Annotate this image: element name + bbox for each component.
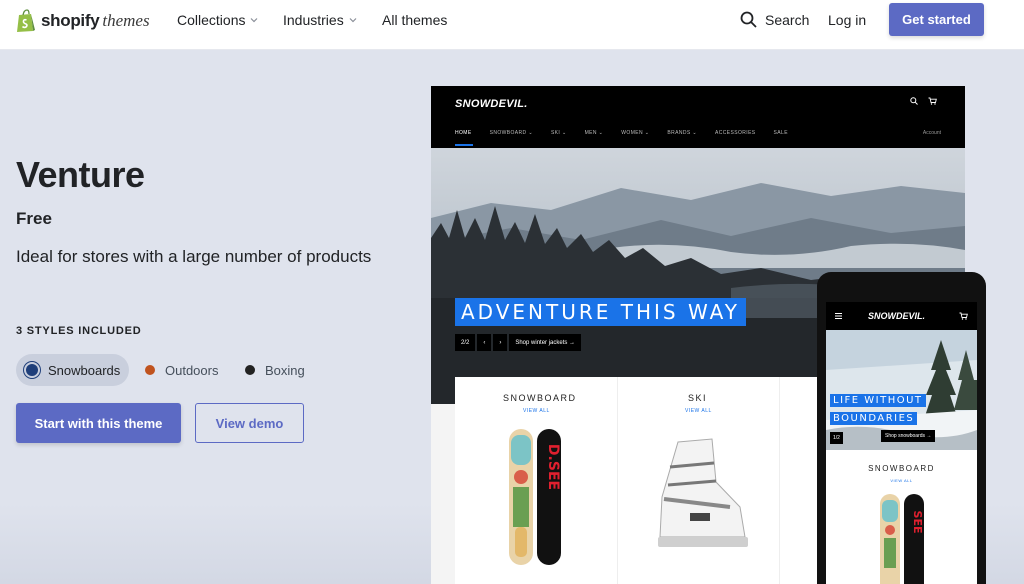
mobile-theme-preview: SNOWDEVIL. LIFE WITHOUT BOUNDARIES 1/2 S… (817, 272, 986, 584)
search-icon (910, 97, 918, 105)
shopify-bag-icon (17, 9, 35, 32)
preview-menu-item: MEN ⌄ (584, 130, 604, 136)
get-started-button[interactable]: Get started (889, 3, 984, 36)
nav-collections[interactable]: Collections (177, 12, 258, 28)
mobile-banner-line: LIFE WITHOUT (830, 394, 926, 407)
style-option-label: Outdoors (165, 362, 219, 378)
preview-menu: HOME SNOWBOARD ⌄ SKI ⌄ MEN ⌄ WOMEN ⌄ BRA… (455, 130, 788, 136)
mobile-banner-line: BOUNDARIES (830, 412, 918, 425)
top-navigation: shopify themes Collections Industries Al… (0, 0, 1024, 50)
slide-counter: 2/2 (455, 334, 476, 351)
search-icon (740, 11, 757, 28)
preview-active-underline (455, 144, 473, 146)
mobile-card-title: SNOWBOARD (868, 464, 935, 473)
mobile-screen: SNOWDEVIL. LIFE WITHOUT BOUNDARIES 1/2 S… (826, 302, 977, 584)
preview-header-icons (910, 97, 937, 105)
chevron-down-icon (349, 18, 357, 23)
style-option-label: Snowboards (48, 362, 121, 378)
preview-menu-item: SALE (773, 130, 788, 136)
card-divider (617, 377, 618, 584)
preview-menu-item: BRANDS ⌄ (667, 130, 698, 136)
theme-title: Venture (16, 154, 145, 195)
mobile-brand: SNOWDEVIL. (868, 311, 926, 321)
preview-brand: SNOWDEVIL. (455, 98, 528, 110)
snowboard-image: D.SEE (509, 429, 561, 565)
svg-text:SEE: SEE (911, 511, 924, 534)
preview-slide-controls: 2/2 ‹ › Shop winter jackets → (455, 334, 582, 351)
start-with-theme-button[interactable]: Start with this theme (16, 403, 181, 443)
preview-shop-cta: Shop winter jackets → (509, 334, 582, 351)
nav-collections-label: Collections (177, 12, 246, 28)
style-option-label: Boxing (265, 362, 305, 378)
mobile-shop-cta: Shop snowboards → (881, 430, 936, 442)
style-option-boxing[interactable]: Boxing (245, 354, 305, 386)
preview-menu-item: WOMEN ⌄ (621, 130, 650, 136)
nav-all-themes-label: All themes (382, 12, 448, 28)
preview-menu-item: SKI ⌄ (550, 130, 567, 136)
next-arrow-icon: › (493, 334, 508, 351)
prev-arrow-icon: ‹ (477, 334, 492, 351)
style-swatch (145, 365, 155, 375)
mobile-header: SNOWDEVIL. (826, 302, 977, 330)
svg-text:D.SEE: D.SEE (545, 444, 561, 490)
search-button[interactable]: Search (740, 11, 809, 28)
style-swatch (26, 364, 38, 376)
mobile-slide-counter: 1/2 (830, 432, 843, 444)
preview-menu-item: SNOWBOARD ⌄ (489, 130, 533, 136)
snowboard-image: SEE (880, 494, 924, 584)
ski-boot-image (658, 438, 748, 547)
theme-price: Free (16, 209, 52, 228)
preview-header: SNOWDEVIL. HOME SNOWBOARD ⌄ SKI ⌄ MEN ⌄ … (431, 86, 965, 148)
card-title: SNOWBOARD (503, 393, 577, 403)
card-title: SKI (688, 393, 708, 403)
preview-menu-item: ACCESSORIES (715, 130, 756, 136)
nav-industries-label: Industries (283, 12, 344, 28)
card-divider (779, 377, 780, 584)
nav-all-themes[interactable]: All themes (382, 12, 447, 28)
logo-wordmark: shopify (41, 11, 100, 30)
cart-icon (928, 97, 937, 105)
nav-industries[interactable]: Industries (283, 12, 357, 28)
mobile-hero-image: LIFE WITHOUT BOUNDARIES 1/2 Shop snowboa… (826, 330, 977, 450)
style-swatch (245, 365, 255, 375)
logo-subtitle: themes (102, 11, 150, 30)
card-link: VIEW ALL (523, 408, 550, 414)
card-link: VIEW ALL (685, 408, 712, 414)
theme-description: Ideal for stores with a large number of … (16, 247, 372, 266)
preview-banner: ADVENTURE THIS WAY (455, 298, 746, 326)
mobile-card-link: VIEW ALL (890, 478, 913, 483)
cart-icon (959, 312, 968, 320)
view-demo-button[interactable]: View demo (195, 403, 304, 443)
styles-included-label: 3 STYLES INCLUDED (16, 325, 142, 337)
hamburger-menu-icon (835, 313, 842, 319)
style-option-snowboards[interactable]: Snowboards (16, 354, 129, 386)
shopify-themes-logo[interactable]: shopify themes (16, 8, 150, 34)
search-label: Search (765, 11, 810, 28)
chevron-down-icon (251, 18, 258, 23)
login-link[interactable]: Log in (828, 12, 866, 28)
style-option-outdoors[interactable]: Outdoors (145, 354, 218, 386)
preview-account: Account (922, 130, 941, 136)
preview-menu-item: HOME (455, 130, 472, 136)
